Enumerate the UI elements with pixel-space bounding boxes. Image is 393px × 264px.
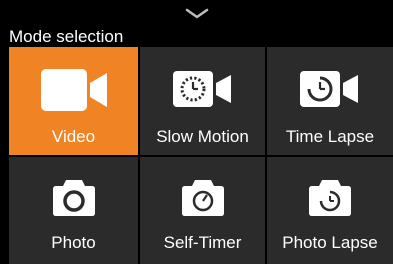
mode-label: Self-Timer (163, 233, 242, 252)
time-lapse-camera-icon (267, 71, 393, 107)
page-title: Mode selection (9, 27, 124, 46)
self-timer-camera-icon (140, 180, 265, 216)
mode-label: Time Lapse (285, 127, 375, 146)
mode-selection-header: Mode selection (0, 0, 393, 46)
mode-tile-slow-motion[interactable]: Slow Motion (140, 47, 265, 155)
photo-camera-icon (9, 180, 138, 216)
mode-label: Photo (51, 233, 96, 252)
mode-tile-video[interactable]: Video (9, 47, 138, 155)
video-camera-icon (9, 69, 138, 111)
mode-tile-self-timer[interactable]: Self-Timer (140, 157, 265, 264)
mode-label: Photo Lapse (282, 233, 378, 252)
slow-motion-camera-icon (140, 71, 265, 107)
mode-grid: Video Slow Motion Time Lapse Photo Self-… (0, 46, 393, 264)
mode-tile-time-lapse[interactable]: Time Lapse (267, 47, 393, 155)
photo-lapse-camera-icon (267, 180, 393, 216)
mode-label: Slow Motion (156, 127, 249, 146)
mode-label: Video (51, 127, 96, 146)
mode-tile-photo-lapse[interactable]: Photo Lapse (267, 157, 393, 264)
mode-tile-photo[interactable]: Photo (9, 157, 138, 264)
chevron-down-icon[interactable] (185, 8, 209, 20)
